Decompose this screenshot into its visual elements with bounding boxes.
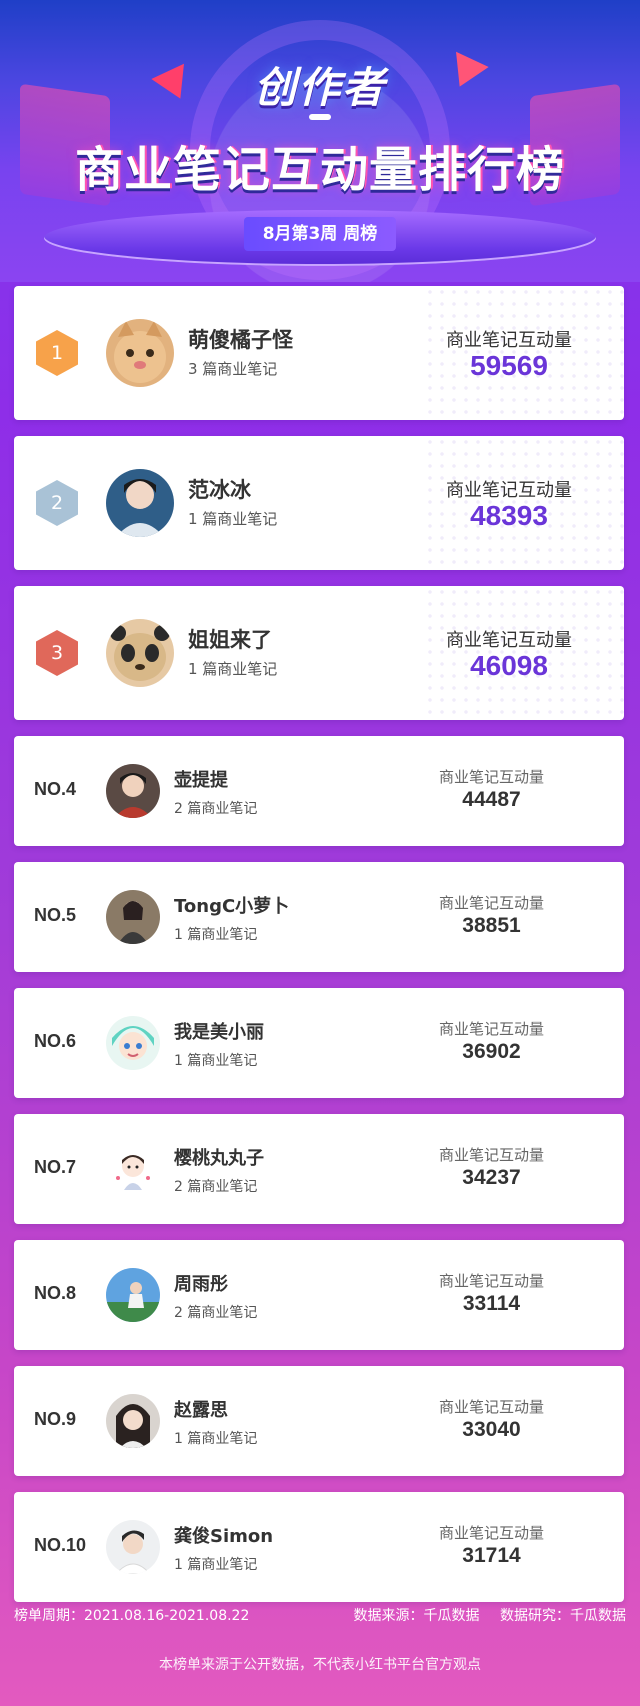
note-count: 2 篇商业笔记 xyxy=(174,1179,258,1195)
avatar[interactable] xyxy=(106,1142,160,1196)
metric-value: 59569 xyxy=(470,350,548,381)
ranking-card-10[interactable]: NO.10 龚俊Simon 1 篇商业笔记 商业笔记互动量 31714 xyxy=(14,1492,624,1602)
metric-label: 商业笔记互动量 xyxy=(438,1020,544,1038)
creator-name[interactable]: 姐姐来了 xyxy=(188,624,272,654)
banner-subtitle: 创作者 xyxy=(253,63,386,112)
data-research: 数据研究：千瓜数据 xyxy=(500,1608,626,1624)
avatar[interactable] xyxy=(106,1394,160,1448)
metric-label: 商业笔记互动量 xyxy=(446,630,572,651)
metric-value: 36902 xyxy=(462,1040,521,1063)
note-count: 1 篇商业笔记 xyxy=(174,927,258,943)
metric-value: 31714 xyxy=(462,1544,521,1567)
disclaimer: 本榜单来源于公开数据，不代表小红书平台官方观点 xyxy=(159,1657,481,1673)
avatar[interactable] xyxy=(106,764,160,818)
creator-name[interactable]: 范冰冰 xyxy=(188,474,251,504)
ranking-card-8[interactable]: NO.8 周雨彤 2 篇商业笔记 商业笔记互动量 33114 xyxy=(14,1240,624,1350)
metric-label: 商业笔记互动量 xyxy=(438,768,544,786)
ranking-card-7[interactable]: NO.7 樱桃丸丸子 2 篇商业笔记 商业笔记互动量 34237 xyxy=(14,1114,624,1224)
rank-number: NO.7 xyxy=(34,1157,77,1177)
ranking-card-6[interactable]: NO.6 我是美小丽 1 篇商业笔记 商业笔记互动量 36902 xyxy=(14,988,624,1098)
creator-name[interactable]: 我是美小丽 xyxy=(174,1018,264,1044)
metric-value: 34237 xyxy=(462,1166,521,1189)
note-count: 2 篇商业笔记 xyxy=(174,801,258,817)
metric-value: 48393 xyxy=(470,500,548,531)
rank-number: NO.10 xyxy=(34,1535,87,1555)
metric-value: 38851 xyxy=(462,914,521,937)
creator-name[interactable]: 赵露思 xyxy=(174,1396,228,1422)
metric-value: 44487 xyxy=(462,788,521,811)
footer-credits: 数据来源：千瓜数据 数据研究：千瓜数据 xyxy=(338,1605,626,1625)
creator-name[interactable]: 樱桃丸丸子 xyxy=(174,1144,264,1170)
rank-badge-icon: 2 xyxy=(36,480,78,526)
avatar[interactable] xyxy=(106,890,160,944)
metric-label: 商业笔记互动量 xyxy=(438,1272,544,1290)
note-count: 1 篇商业笔记 xyxy=(188,660,278,678)
metric-value: 33114 xyxy=(462,1292,521,1315)
title-divider xyxy=(309,114,331,120)
note-count: 1 篇商业笔记 xyxy=(174,1431,258,1447)
ranking-card-4[interactable]: NO.4 壶提提 2 篇商业笔记 商业笔记互动量 44487 xyxy=(14,736,624,846)
ranking-card-1[interactable]: 1 萌傻橘子怪 3 篇商业笔记 商业笔记互动量 59569 xyxy=(14,286,624,420)
rank-number: NO.4 xyxy=(34,779,77,799)
data-source: 数据来源：千瓜数据 xyxy=(353,1608,480,1624)
week-badge: 8月第3周 周榜 xyxy=(244,217,396,251)
rank-number: NO.5 xyxy=(34,905,77,925)
avatar[interactable] xyxy=(106,619,174,687)
avatar[interactable] xyxy=(106,1520,160,1574)
rank-number: NO.9 xyxy=(34,1409,77,1429)
creator-name[interactable]: 周雨彤 xyxy=(174,1270,228,1296)
note-count: 1 篇商业笔记 xyxy=(188,510,278,528)
creator-name[interactable]: TongC小萝卜 xyxy=(174,892,289,918)
note-count: 3 篇商业笔记 xyxy=(188,360,278,378)
ranking-period: 榜单周期：2021.08.16-2021.08.22 xyxy=(14,1608,250,1624)
avatar[interactable] xyxy=(106,1016,160,1070)
creator-name[interactable]: 龚俊Simon xyxy=(174,1522,273,1548)
rank-badge-icon: 1 xyxy=(36,330,78,376)
rank-badge-icon: 3 xyxy=(36,630,78,676)
note-count: 1 篇商业笔记 xyxy=(174,1557,258,1573)
ranking-card-9[interactable]: NO.9 赵露思 1 篇商业笔记 商业笔记互动量 33040 xyxy=(14,1366,624,1476)
creator-name[interactable]: 壶提提 xyxy=(174,766,228,792)
avatar[interactable] xyxy=(106,319,174,387)
note-count: 1 篇商业笔记 xyxy=(174,1053,258,1069)
ranking-card-5[interactable]: NO.5 TongC小萝卜 1 篇商业笔记 商业笔记互动量 38851 xyxy=(14,862,624,972)
metric-label: 商业笔记互动量 xyxy=(438,894,544,912)
metric-label: 商业笔记互动量 xyxy=(438,1524,544,1542)
ranking-card-3[interactable]: 3 姐姐来了 1 篇商业笔记 商业笔记互动量 46098 xyxy=(14,586,624,720)
metric-label: 商业笔记互动量 xyxy=(446,480,572,501)
ranking-card-2[interactable]: 2 范冰冰 1 篇商业笔记 商业笔记互动量 48393 xyxy=(14,436,624,570)
banner: 创作者 商业笔记互动量排行榜 8月第3周 周榜 xyxy=(0,0,640,282)
metric-label: 商业笔记互动量 xyxy=(438,1398,544,1416)
rank-number: NO.8 xyxy=(34,1283,77,1303)
metric-value: 46098 xyxy=(470,650,548,681)
metric-value: 33040 xyxy=(462,1418,521,1441)
rank-number: NO.6 xyxy=(34,1031,77,1051)
metric-label: 商业笔记互动量 xyxy=(446,330,572,351)
page-title: 商业笔记互动量排行榜 xyxy=(74,142,565,198)
creator-name[interactable]: 萌傻橘子怪 xyxy=(188,324,293,354)
note-count: 2 篇商业笔记 xyxy=(174,1305,258,1321)
metric-label: 商业笔记互动量 xyxy=(438,1146,544,1164)
avatar[interactable] xyxy=(106,469,174,537)
avatar[interactable] xyxy=(106,1268,160,1322)
